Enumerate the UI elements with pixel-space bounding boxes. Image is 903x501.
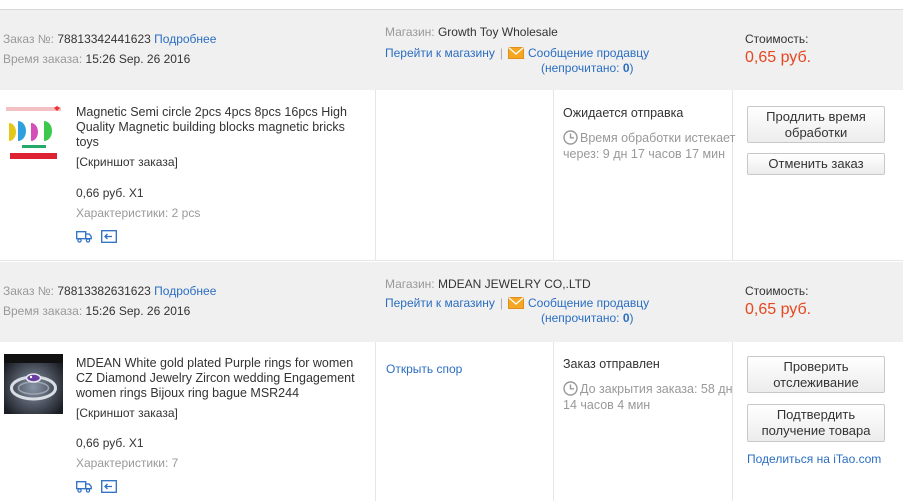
cost-label: Стоимость: [745,32,809,46]
order-time-row: Время заказа: 15:26 Sep. 26 2016 [3,304,190,318]
store-actions: Перейти к магазину | Сообщение продавцу [385,45,715,61]
unread-count: 0 [622,311,630,325]
check-tracking-button[interactable]: Проверить отслеживание [747,356,885,393]
store-actions: Перейти к магазину | Сообщение продавцу [385,295,715,311]
order-item: MDEAN White gold plated Purple rings for… [0,342,903,501]
status-detail-text: До закрытия заказа: 58 дн 14 часов 4 мин [563,382,733,412]
clock-icon [563,381,578,396]
order-details-link[interactable]: Подробнее [154,32,216,46]
unread-row: (непрочитано: 0) [541,311,634,325]
column-divider [375,90,376,260]
order-time: 15:26 Sep. 26 2016 [85,304,191,318]
extend-processing-button[interactable]: Продлить время обработки [747,106,885,143]
status-detail: До закрытия заказа: 58 дн 14 часов 4 мин [563,381,738,413]
status-detail-text: Время обработки истекает через: 9 дн 17 … [563,131,736,161]
order-time-label: Время заказа: [3,304,83,318]
clock-icon [563,130,578,145]
item-price-qty: 0,66 руб. X1 [76,186,144,200]
order-snapshot-link[interactable]: [Скриншот заказа] [76,406,178,420]
item-action-icons [76,480,118,496]
order-cost: 0,65 руб. [745,301,812,318]
product-title-link[interactable]: MDEAN White gold plated Purple rings for… [76,356,368,401]
order-card: Заказ №: 78813382631623 Подробнее Время … [0,262,903,501]
goto-store-link[interactable]: Перейти к магазину [385,46,495,60]
store-label: Магазин: [385,25,435,39]
column-divider [732,342,733,501]
column-divider [732,90,733,260]
unread-suffix: ) [629,61,634,75]
unread-link[interactable]: (непрочитано: 0) [541,311,634,325]
column-divider [553,90,554,260]
mail-icon [508,47,524,59]
order-number-label: Заказ №: [3,32,55,46]
specs-value: 2 pcs [171,206,201,220]
order-number: 78813382631623 [57,284,151,298]
share-row: Поделиться на iTao.com [747,452,881,466]
return-icon[interactable] [101,480,118,493]
order-header: Заказ №: 78813342441623 Подробнее Время … [0,10,903,90]
product-thumbnail[interactable] [4,105,63,165]
message-seller-link[interactable]: Сообщение продавцу [528,296,649,310]
link-separator: | [499,296,503,310]
unread-suffix: ) [629,311,634,325]
order-details-link[interactable]: Подробнее [154,284,216,298]
order-header: Заказ №: 78813382631623 Подробнее Время … [0,262,903,342]
column-divider [553,342,554,501]
delivery-truck-icon[interactable] [76,230,92,243]
confirm-receipt-button[interactable]: Подтвердить получение товара [747,404,885,442]
order-time-row: Время заказа: 15:26 Sep. 26 2016 [3,52,190,66]
specs-value: 7 [171,456,179,470]
store-name: Growth Toy Wholesale [437,25,558,39]
share-site: iTao.com [833,452,882,466]
unread-prefix: (непрочитано: [541,311,623,325]
specs-label: Характеристики: [76,206,169,220]
goto-store-link[interactable]: Перейти к магазину [385,296,495,310]
delivery-truck-icon[interactable] [76,480,92,493]
product-thumbnail[interactable] [4,354,63,414]
column-divider [375,342,376,501]
unread-prefix: (непрочитано: [541,61,623,75]
share-link[interactable]: Поделиться на iTao.com [747,452,881,466]
order-time: 15:26 Sep. 26 2016 [85,52,191,66]
store-row: Магазин: Growth Toy Wholesale [385,25,558,39]
message-seller-link[interactable]: Сообщение продавцу [528,46,649,60]
order-number-row: Заказ №: 78813342441623 Подробнее [3,32,216,46]
status-detail: Время обработки истекает через: 9 дн 17 … [563,130,738,162]
store-label: Магазин: [385,277,435,291]
order-card: Заказ №: 78813342441623 Подробнее Время … [0,10,903,261]
open-dispute-link[interactable]: Открыть спор [386,362,462,376]
order-item: Magnetic Semi circle 2pcs 4pcs 8pcs 16pc… [0,90,903,261]
product-title-link[interactable]: Magnetic Semi circle 2pcs 4pcs 8pcs 16pc… [76,105,368,150]
order-number-label: Заказ №: [3,284,55,298]
order-status: Заказ отправлен [563,357,660,371]
store-row: Магазин: MDEAN JEWELRY CO,.LTD [385,277,591,291]
return-icon[interactable] [101,230,118,243]
unread-row: (непрочитано: 0) [541,61,634,75]
link-separator: | [499,46,503,60]
item-specs: Характеристики: 7 [76,456,178,470]
item-specs: Характеристики: 2 pcs [76,206,200,220]
item-price-qty: 0,66 руб. X1 [76,436,144,450]
order-snapshot-link[interactable]: [Скриншот заказа] [76,155,178,169]
order-time-label: Время заказа: [3,52,83,66]
order-number: 78813342441623 [57,32,151,46]
order-number-row: Заказ №: 78813382631623 Подробнее [3,284,216,298]
share-prefix: Поделиться на [747,452,834,466]
order-status: Ожидается отправка [563,106,684,120]
mail-icon [508,297,524,309]
unread-link[interactable]: (непрочитано: 0) [541,61,634,75]
unread-count: 0 [622,61,630,75]
store-name: MDEAN JEWELRY CO,.LTD [437,277,591,291]
specs-label: Характеристики: [76,456,169,470]
item-action-icons [76,230,118,246]
cost-label: Стоимость: [745,284,809,298]
cancel-order-button[interactable]: Отменить заказ [747,153,885,175]
order-cost: 0,65 руб. [745,49,812,66]
